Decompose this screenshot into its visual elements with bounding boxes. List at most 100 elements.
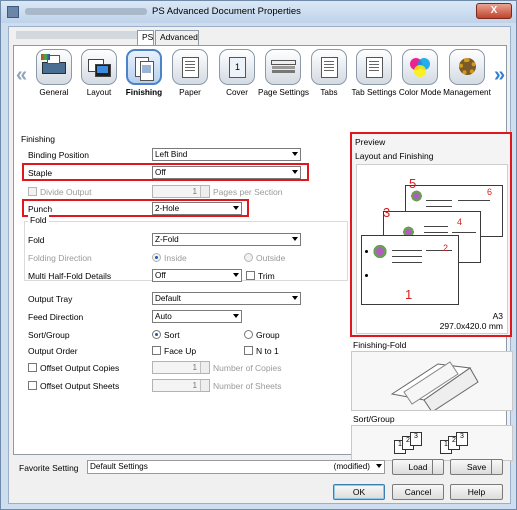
category-label: Finishing [125, 88, 163, 97]
output-tray-value: Default [155, 294, 181, 303]
top-strip [16, 31, 140, 39]
inside-radio[interactable] [152, 253, 161, 262]
tab-ps[interactable]: PS [137, 30, 154, 46]
inside-label: Inside [164, 253, 187, 263]
trim-checkbox[interactable] [246, 271, 255, 280]
modified-indicator: (modified) [333, 462, 370, 471]
preview-title: Preview [355, 137, 386, 147]
chevron-down-icon [233, 314, 239, 318]
chevron-down-icon [233, 206, 239, 210]
text-line [424, 232, 448, 233]
window-title: PS Advanced Document Properties [152, 6, 301, 17]
close-button[interactable]: X [476, 3, 512, 19]
binding-position-select[interactable]: Left Bind [152, 148, 301, 161]
offset-copies-stepper[interactable]: 1 [152, 361, 210, 374]
color-mode-icon [402, 49, 438, 85]
category-label: Tabs [320, 88, 338, 97]
divide-output-label: Divide Output [40, 187, 92, 197]
tabs-icon [311, 49, 347, 85]
staple-label: Staple [28, 168, 53, 178]
category-finishing[interactable]: Finishing [119, 49, 169, 97]
offset-output-copies-label: Offset Output Copies [40, 363, 120, 373]
load-button[interactable]: Load [392, 459, 444, 475]
category-layout[interactable]: Layout [74, 49, 124, 97]
favorite-setting-label: Favorite Setting [19, 463, 79, 473]
multi-half-fold-select[interactable]: Off [152, 269, 242, 282]
category-label: General [39, 88, 69, 97]
face-up-checkbox[interactable] [152, 346, 161, 355]
load-dropdown-icon[interactable] [432, 460, 443, 474]
text-line [392, 256, 422, 257]
z-fold-icon [390, 361, 479, 413]
outside-radio[interactable] [244, 253, 253, 262]
text-line [392, 262, 422, 263]
cover-number-icon: 1 [235, 62, 241, 72]
punch-select[interactable]: 2-Hole [152, 202, 242, 215]
page-number-1: 1 [405, 287, 413, 302]
group-radio[interactable] [244, 330, 253, 339]
binding-position-label: Binding Position [28, 150, 89, 160]
fold-select[interactable]: Z-Fold [152, 233, 301, 246]
chevron-down-icon [376, 464, 382, 468]
layout-icon [81, 49, 117, 85]
category-paper[interactable]: Paper [165, 49, 215, 97]
divide-output-checkbox[interactable] [28, 187, 37, 196]
sort-radio[interactable] [152, 330, 161, 339]
paper-icon [172, 49, 208, 85]
help-button[interactable]: Help [450, 484, 503, 500]
ps-tab-panel: « General Layout Finishing Paper 1 Cover… [13, 45, 513, 461]
category-page-settings[interactable]: Page Settings [258, 49, 309, 97]
punch-label: Punch [28, 204, 53, 214]
save-dropdown-icon[interactable] [491, 460, 502, 474]
divide-output-stepper[interactable]: 1 [152, 185, 210, 198]
offset-sheets-value: 1 [192, 381, 197, 390]
staple-value: Off [155, 168, 166, 177]
gear-icon [459, 58, 476, 75]
tab-sheet-icon [366, 57, 383, 78]
category-management[interactable]: Management [442, 49, 492, 97]
category-tab-settings[interactable]: Tab Settings [349, 49, 399, 97]
sorted-stack-1: 1 2 3 [394, 432, 430, 456]
output-tray-select[interactable]: Default [152, 292, 301, 305]
text-line [424, 226, 448, 227]
scroll-left-icon[interactable]: « [16, 64, 27, 87]
cancel-button[interactable]: Cancel [392, 484, 444, 500]
page-settings-icon [265, 49, 301, 85]
page-number-2: 2 [443, 243, 449, 253]
staple-select[interactable]: Off [152, 166, 301, 179]
chevron-down-icon [292, 170, 298, 174]
feed-direction-select[interactable]: Auto [152, 310, 242, 323]
page-number-6: 6 [487, 187, 493, 197]
category-tabs[interactable]: Tabs [304, 49, 354, 97]
page-number-5: 5 [409, 176, 417, 191]
favorite-setting-select[interactable]: Default Settings (modified) [87, 460, 385, 474]
category-general[interactable]: General [29, 49, 79, 97]
n-to-1-label: N to 1 [256, 346, 279, 356]
offset-output-sheets-checkbox[interactable] [28, 381, 37, 390]
category-color-mode[interactable]: Color Mode [395, 49, 445, 97]
flower-icon [372, 244, 388, 259]
sheet: 3 [456, 432, 468, 446]
tab-sheet-icon [321, 57, 338, 78]
text-line [458, 200, 490, 201]
scroll-right-icon[interactable]: » [494, 64, 505, 87]
staple-icon [142, 65, 151, 73]
fold-label: Fold [28, 235, 45, 245]
save-button[interactable]: Save [450, 459, 503, 475]
spin-arrows-icon [200, 186, 209, 197]
tab-advanced[interactable]: Advanced [155, 30, 199, 45]
title-bar[interactable]: PS Advanced Document Properties X [1, 1, 516, 23]
punch-value: 2-Hole [155, 204, 180, 213]
n-to-1-checkbox[interactable] [244, 346, 253, 355]
offset-sheets-stepper[interactable]: 1 [152, 379, 210, 392]
divide-output-value: 1 [192, 187, 197, 196]
paper-dims-label: 297.0x420.0 mm [439, 321, 503, 331]
cover-icon: 1 [219, 49, 255, 85]
text-line [426, 206, 452, 207]
ok-button[interactable]: OK [333, 484, 385, 500]
offset-output-copies-checkbox[interactable] [28, 363, 37, 372]
number-of-copies-label: Number of Copies [213, 363, 282, 373]
category-cover[interactable]: 1 Cover [212, 49, 262, 97]
title-redacted [25, 8, 147, 15]
feed-direction-label: Feed Direction [28, 312, 84, 322]
